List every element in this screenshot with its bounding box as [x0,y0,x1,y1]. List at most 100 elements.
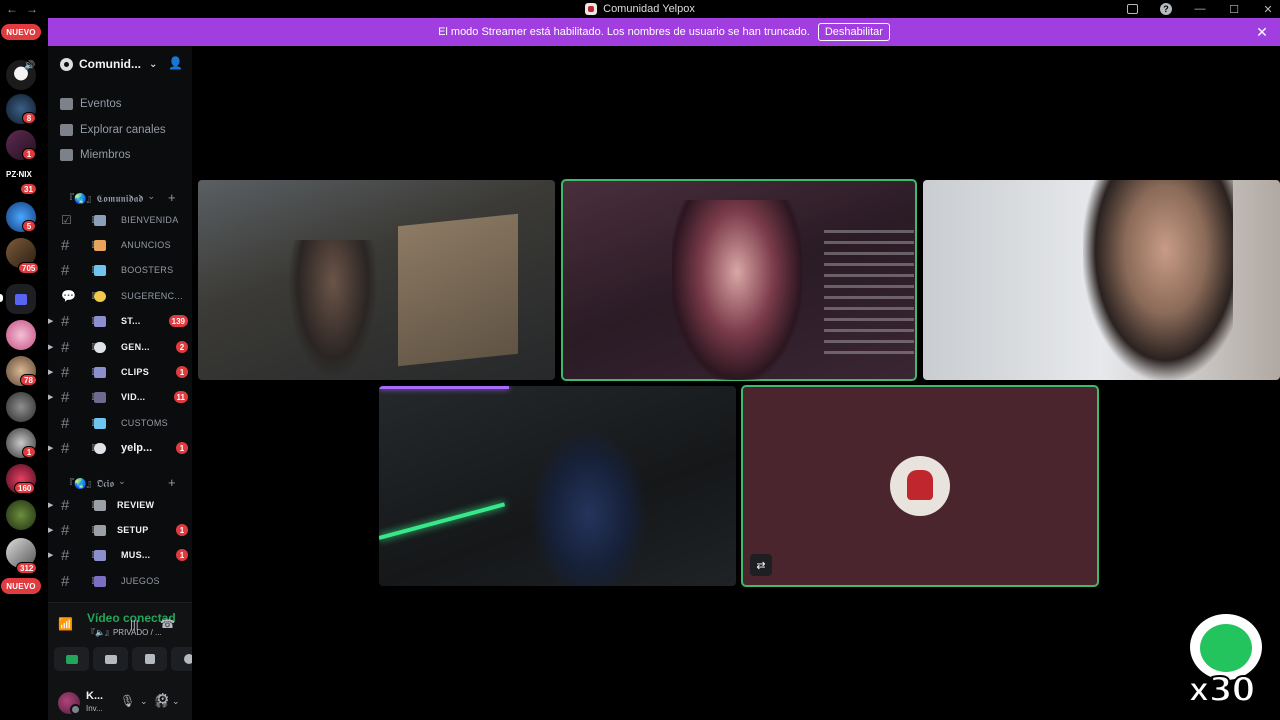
channel-st[interactable]: ▶ # 『 ST... 139 [48,310,188,332]
close-icon[interactable]: ✕ [1254,24,1270,40]
unread-indicator-icon: ▶ [48,502,54,509]
video-tile[interactable] [379,386,736,586]
channel-clips[interactable]: ▶ # 『 CLIPS 1 [48,361,188,383]
new-badge-top[interactable]: NUEVO [1,24,41,40]
video-tile-speaking[interactable] [561,179,917,381]
hash-icon: # [61,439,70,457]
screen-share-icon [104,654,117,664]
channel-customs[interactable]: # 『 CUSTOMS [48,412,188,434]
channel-review[interactable]: ▶ # 『 REVIEW [48,494,188,516]
popout-icon[interactable]: ⇄ [750,554,772,576]
nav-label: Explorar canales [80,124,166,136]
nav-members[interactable]: Miembros [60,145,130,165]
participant-figure [1083,180,1233,380]
channel-name: REVIEW [117,500,155,510]
unread-indicator-icon: ▶ [48,344,54,351]
channel-setup[interactable]: ▶ # 『 SETUP 1 [48,519,188,541]
disable-streamer-button[interactable]: Deshabilitar [817,23,890,41]
members-icon [60,149,73,161]
speaker-icon: 🔊 [24,60,36,70]
channel-name: ANUNCIOS [121,240,171,250]
voice-channel[interactable]: 『🔈』PRIVADO / ... [87,627,162,638]
channel-yelp[interactable]: ▶ # 『 yelp... 1 [48,437,188,459]
video-tile-avatar[interactable]: ⇄ [741,385,1099,587]
unread-indicator-icon: ▶ [48,394,54,401]
voice-panel: 📶 Vídeo conectad 『🔈』PRIVADO / ... ||| ☎ [48,602,206,684]
channel-emoji-icon [94,549,106,561]
avatar [890,456,950,516]
rules-icon: ☑ [61,213,72,227]
minimize-button[interactable]: — [1194,3,1206,15]
server-badge: 1 [22,148,36,160]
category-comunidad[interactable]: 『🌏』𝕮𝖔𝖒𝖚𝖓𝖎𝖉𝖆𝖉 ⌄ + [64,189,176,205]
channel-emoji-icon [94,524,106,536]
app-logo-icon [585,3,598,15]
channel-emoji-icon [94,290,106,302]
channel-gen[interactable]: ▶ # 『 GEN... 2 [48,336,188,358]
invite-people-icon[interactable]: 👤 [168,56,184,72]
channel-name: yelp... [121,442,153,454]
chat-overlay [824,230,914,360]
server-icon[interactable] [6,392,36,422]
camera-icon [65,654,78,664]
chevron-down-icon: ⌄ [118,477,126,487]
video-tile[interactable] [198,180,555,380]
microphone-icon[interactable]: 🎙 [120,694,135,708]
title-bar: ← → Comunidad Yelpox ? — ☐ ✕ [0,0,1280,18]
banner-message: El modo Streamer está habilitado. Los no… [438,26,810,38]
channel-name: MUS... [121,550,151,560]
folder-icon[interactable] [6,284,36,314]
inbox-icon[interactable] [1126,3,1138,15]
channel-name: CUSTOMS [121,418,168,428]
chevron-down-icon[interactable]: ⌄ [140,696,148,707]
channel-juegos[interactable]: # 『 JUEGOS [48,570,188,592]
close-window-button[interactable]: ✕ [1262,3,1274,16]
channel-sidebar: Comunid... ⌄ 👤 Eventos Explorar canales … [48,46,206,720]
led-strip [379,386,509,389]
channel-emoji-icon [94,341,106,353]
nav-label: Eventos [80,98,122,110]
video-tile[interactable] [923,180,1280,380]
screen-share-button[interactable] [93,647,128,671]
category-ocio[interactable]: 『🌏』𝕺𝖈𝖎𝖔 ⌄ + [64,474,176,490]
chevron-down-icon: ⌄ [147,192,155,202]
avatar[interactable] [58,692,81,715]
server-badge: 1 [22,446,36,458]
chevron-down-icon: ⌄ [149,58,158,70]
signal-icon[interactable]: 📶 [58,617,74,633]
selected-indicator [0,294,3,302]
maximize-button[interactable]: ☐ [1228,3,1240,16]
channel-mus[interactable]: ▶ # 『 MUS... 1 [48,544,188,566]
noise-suppression-icon[interactable]: ||| [130,619,139,631]
channel-anuncios[interactable]: # 『 ANUNCIOS [48,234,188,256]
guild-header[interactable]: Comunid... ⌄ 👤 [48,46,192,82]
hash-icon: # [61,572,70,590]
help-icon[interactable]: ? [1160,3,1172,15]
hash-icon: # [61,414,70,432]
user-name[interactable]: K... [86,690,103,702]
channel-emoji-icon [94,442,106,454]
server-icon[interactable] [6,320,36,350]
camera-button[interactable] [54,647,89,671]
settings-gear-icon[interactable]: ⚙ [156,690,169,708]
mention-badge: 11 [173,391,188,403]
nav-browse-channels[interactable]: Explorar canales [60,120,166,140]
channel-boosters[interactable]: # 『 BOOSTERS [48,259,188,281]
add-channel-icon[interactable]: + [168,190,176,205]
channel-vid[interactable]: ▶ # 『 VID... 11 [48,386,188,408]
category-label: 『🌏』𝕺𝖈𝖎𝖔 [64,478,115,490]
chevron-down-icon[interactable]: ⌄ [172,696,180,707]
disconnect-icon[interactable]: ☎ [160,617,175,631]
activities-button[interactable] [132,647,167,671]
mention-badge: 1 [176,524,188,536]
channel-sugerencias[interactable]: 💬 『 SUGERENC... [48,285,188,307]
nav-events[interactable]: Eventos [60,94,122,114]
new-badge-bottom[interactable]: NUEVO [1,578,41,594]
channel-name: BIENVENIDA [121,215,179,225]
window-title: Comunidad Yelpox [0,0,1280,18]
channel-bienvenida[interactable]: ☑ 『 BIENVENIDA [48,209,188,231]
category-label: 『🌏』𝕮𝖔𝖒𝖚𝖓𝖎𝖉𝖆𝖉 [64,193,144,205]
server-badge: 312 [16,562,38,574]
server-icon[interactable] [6,500,36,530]
add-channel-icon[interactable]: + [168,475,176,490]
